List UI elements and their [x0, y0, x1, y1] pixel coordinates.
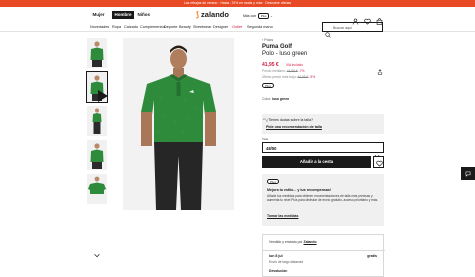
thumbnail-5[interactable]: [87, 174, 107, 204]
category-complementos[interactable]: Complementos: [140, 24, 166, 30]
take-measurements-link[interactable]: Tomar las medidas: [267, 214, 298, 218]
logo-mark-icon: ⟆: [196, 10, 199, 19]
main-product-image[interactable]: [123, 38, 234, 210]
size-label: Talla: [262, 137, 269, 141]
category-streetwear[interactable]: Streetwear: [193, 24, 211, 30]
category-novedades[interactable]: Novedades: [90, 24, 109, 30]
product-brand[interactable]: Puma Golf: [262, 44, 292, 50]
promo-text: Las rebajas de verano · Hasta -70% en mo…: [183, 1, 292, 5]
lowest-price-discount: -9%: [309, 75, 316, 79]
shipping-box: Vendido y enviado por Zalando lun 8 jul …: [262, 234, 385, 277]
seller-link[interactable]: Zalando: [304, 240, 317, 244]
color-label: Color: luso green: [262, 97, 290, 101]
category-deporte[interactable]: Deporte: [164, 24, 178, 30]
chevron-down-icon[interactable]: [94, 245, 100, 258]
recent-price-discount: -7%: [298, 69, 305, 73]
category-ropa[interactable]: Ropa: [112, 24, 121, 30]
chevron-down-icon: [374, 146, 380, 158]
divider: [263, 250, 385, 251]
size-recommendation-link[interactable]: Pide una recomendación de talla: [266, 125, 322, 129]
product-price: 41,95 €: [262, 62, 279, 68]
top-navigation: Mujer Hombre Niños ⟆ zalando Más con Plu…: [0, 8, 475, 25]
category-outlet[interactable]: Outlet: [232, 24, 242, 30]
vat-note: IVA incluido: [286, 63, 303, 67]
category-navigation: Novedades Ropa Calzado Complementos Depo…: [0, 22, 475, 32]
sold-by: Vendido y enviado por Zalando: [269, 240, 317, 244]
color-value: luso green: [272, 97, 290, 101]
plus-promo-body: Añade tus medidas para obtener recomenda…: [267, 194, 379, 203]
tab-mujer[interactable]: Mujer: [90, 11, 107, 19]
add-to-wishlist-button[interactable]: [373, 156, 384, 168]
tab-ninos[interactable]: Niños: [135, 11, 153, 19]
plus-tag: Plus: [267, 179, 279, 184]
heart-icon[interactable]: [364, 12, 371, 25]
category-designer[interactable]: Designer: [213, 24, 228, 30]
chevron-down-icon: ⌄: [270, 14, 273, 18]
lowest-price-line: Último precio más bajo: 46,95 € -9%: [262, 75, 316, 79]
size-help-box: ▱ ¿Tienes dudas sobre la talla? Pide una…: [262, 114, 384, 134]
size-help-question: ¿Tienes dudas sobre la talla?: [266, 118, 314, 122]
add-to-cart-button[interactable]: Añadir a la cesta: [262, 156, 371, 168]
size-select[interactable]: 48/50: [262, 142, 384, 158]
thumbnail-3[interactable]: [87, 106, 107, 136]
category-segunda-mano[interactable]: Segunda mano: [247, 24, 273, 30]
lowest-price-old: 46,95 €: [297, 75, 309, 79]
user-icon[interactable]: [352, 12, 359, 25]
plus-tag: Plus: [262, 83, 274, 88]
plus-promo-box: Plus Mejora tu estilo... y tus recompens…: [262, 174, 384, 226]
search-icon: [325, 25, 331, 38]
thumbnail-2-video[interactable]: [86, 71, 108, 103]
bag-icon[interactable]: [376, 12, 383, 25]
plus-membership-link[interactable]: Más con Plus ⌄: [243, 13, 273, 19]
feedback-tab[interactable]: [461, 167, 475, 180]
plus-badge: Plus: [258, 13, 270, 19]
thumbnail-1[interactable]: [87, 38, 107, 68]
recent-price-old: 44,95 €: [286, 69, 298, 73]
size-value: 48/50: [266, 145, 277, 151]
plus-promo-title: Mejora tu estilo... y tus recompensas!: [267, 188, 332, 192]
search-placeholder: Buscar aquí: [333, 26, 353, 30]
delivery-price: gratis: [367, 254, 377, 258]
recent-price-line: Precio mediano: 44,95 € -7%: [262, 69, 305, 73]
zalando-logo[interactable]: ⟆ zalando: [196, 11, 229, 19]
delivery-date: lun 8 jul: [269, 254, 283, 258]
play-icon: [92, 81, 107, 102]
category-beauty[interactable]: Beauty: [179, 24, 191, 30]
returns-info: Devolución: [269, 269, 288, 273]
share-icon[interactable]: [377, 62, 383, 75]
breadcrumb[interactable]: ‹ Polos: [262, 38, 273, 42]
promo-bar[interactable]: Las rebajas de verano · Hasta -70% en mo…: [0, 0, 475, 7]
category-calzado[interactable]: Calzado: [124, 24, 138, 30]
search-input[interactable]: Buscar aquí: [322, 22, 383, 38]
tab-hombre[interactable]: Hombre: [112, 11, 135, 19]
delivery-method: Envío de largo distancia: [269, 260, 304, 264]
thumbnail-4[interactable]: [87, 140, 107, 170]
product-name: Polo - luso green: [262, 51, 308, 57]
